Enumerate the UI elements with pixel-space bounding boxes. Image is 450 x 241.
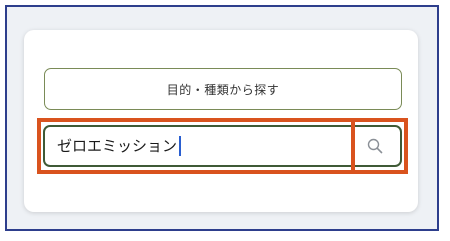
search-box: ゼロエミッション xyxy=(43,125,402,167)
search-icon xyxy=(367,138,383,154)
search-input[interactable]: ゼロエミッション xyxy=(57,127,347,165)
text-caret xyxy=(179,136,182,156)
search-card: 目的・種類から探す ゼロエミッション xyxy=(24,30,418,212)
search-input-value: ゼロエミッション xyxy=(57,137,178,155)
search-button[interactable] xyxy=(350,127,400,165)
search-by-purpose-button[interactable]: 目的・種類から探す xyxy=(44,68,402,110)
